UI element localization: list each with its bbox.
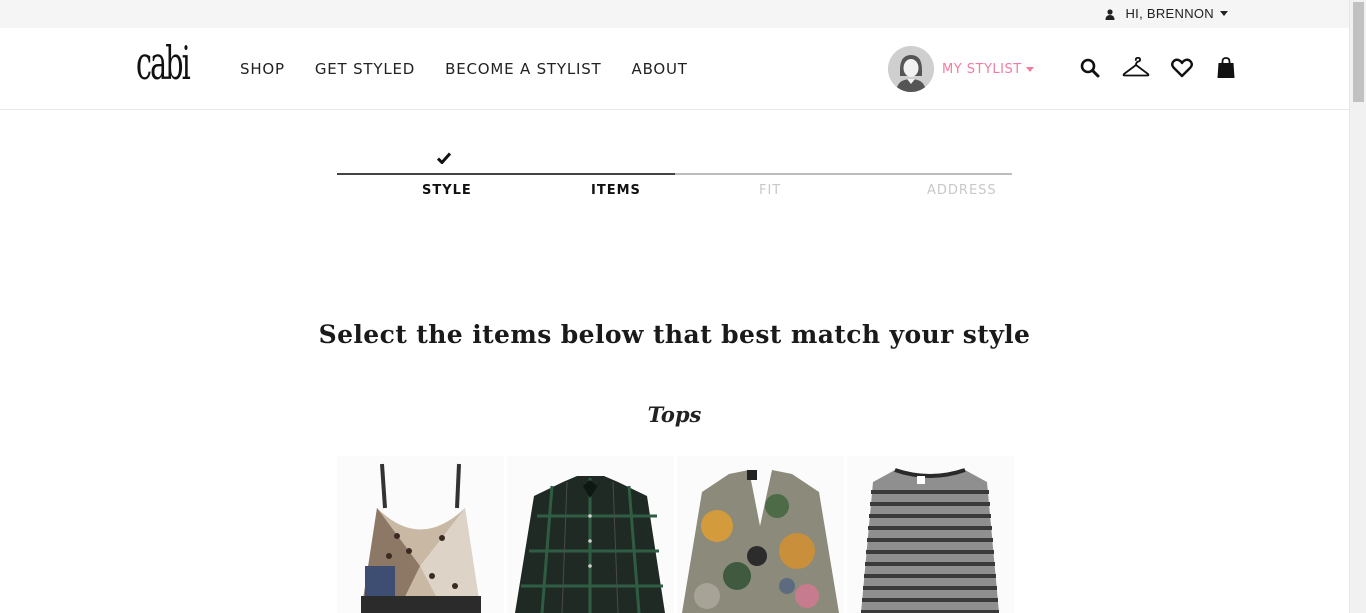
chevron-down-icon — [1025, 66, 1034, 72]
product-grid — [337, 456, 1014, 613]
scrollbar-thumb[interactable] — [1353, 2, 1364, 102]
greeting-text: HI, BRENNON — [1125, 6, 1214, 21]
product-plaid-shirt[interactable] — [507, 456, 674, 613]
search-icon[interactable] — [1078, 56, 1102, 80]
heart-icon[interactable] — [1170, 56, 1194, 80]
my-stylist-menu[interactable]: MY STYLIST — [888, 46, 1034, 92]
nav-shop[interactable]: SHOP — [240, 60, 285, 78]
progress-line-complete — [337, 173, 675, 175]
nav-about[interactable]: ABOUT — [632, 60, 688, 78]
page-scrollbar[interactable] — [1349, 0, 1366, 613]
progress-line-remaining — [675, 173, 1012, 175]
step-style[interactable]: STYLE — [422, 183, 472, 198]
step-items: ITEMS — [591, 183, 641, 198]
step-fit: FIT — [759, 183, 782, 198]
product-floral-blouse[interactable] — [677, 456, 844, 613]
utility-bar: HI, BRENNON — [0, 0, 1349, 28]
stylist-avatar — [888, 46, 934, 92]
main-nav: SHOP GET STYLED BECOME A STYLIST ABOUT — [240, 60, 688, 78]
progress-steps: STYLE ITEMS FIT ADDRESS — [337, 145, 1012, 205]
chevron-down-icon — [1220, 11, 1228, 16]
my-stylist-label: MY STYLIST — [942, 61, 1022, 77]
step-address: ADDRESS — [927, 183, 997, 198]
nav-get-styled[interactable]: GET STYLED — [315, 60, 415, 78]
checkmark-icon — [436, 151, 452, 165]
product-leopard-cami[interactable] — [337, 456, 504, 613]
category-heading: Tops — [647, 402, 702, 427]
product-striped-tee[interactable] — [847, 456, 1014, 613]
logo[interactable]: cabi — [136, 36, 191, 90]
hanger-icon[interactable] — [1122, 56, 1150, 80]
header-icons — [1078, 56, 1238, 80]
account-menu[interactable]: HI, BRENNON — [1105, 6, 1228, 21]
page-heading: Select the items below that best match y… — [318, 320, 1031, 349]
main-header: cabi SHOP GET STYLED BECOME A STYLIST AB… — [0, 28, 1349, 110]
nav-become-a-stylist[interactable]: BECOME A STYLIST — [445, 60, 601, 78]
user-icon — [1105, 8, 1115, 20]
shopping-bag-icon[interactable] — [1214, 56, 1238, 80]
